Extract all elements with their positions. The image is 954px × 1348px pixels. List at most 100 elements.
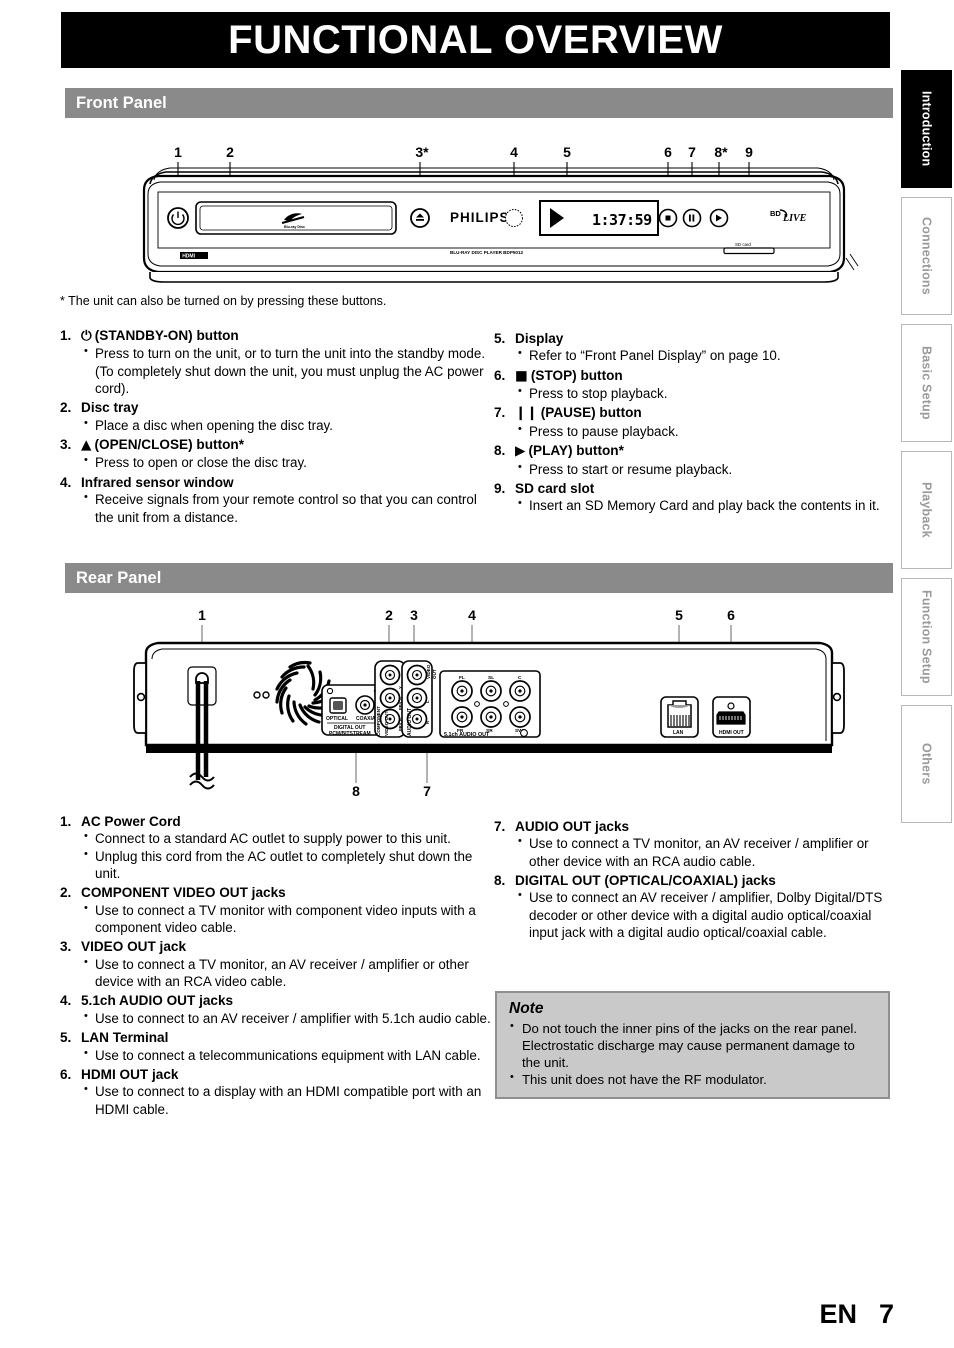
item-bullets: Receive signals from your remote control… [60, 490, 492, 526]
bullet: Insert an SD Memory Card and play back t… [494, 496, 894, 514]
section-tab-strip: Introduction Connections Basic Setup Pla… [901, 70, 954, 832]
item-number: 1. [60, 814, 72, 829]
callout-1: 1 [198, 607, 206, 623]
item-number: 6. [60, 1066, 72, 1082]
item-title-text: (STOP) button [530, 367, 623, 383]
list-item: 6. ■(STOP) button Press to stop playback… [494, 367, 894, 403]
item-bullets: Use to connect a TV monitor with compone… [60, 901, 492, 937]
callout-7: 7 [423, 783, 431, 799]
item-bullets: Press to start or resume playback. [494, 460, 894, 478]
item-title-text: (PAUSE) button [540, 405, 642, 421]
note-bullet: Do not touch the inner pins of the jacks… [509, 1019, 876, 1071]
sidebar-tab-others[interactable]: Others [901, 705, 952, 823]
callout-4: 4 [510, 144, 518, 160]
list-item: 5. Display Refer to “Front Panel Display… [494, 330, 894, 365]
page-footer: EN 7 [819, 1299, 894, 1330]
sidebar-tab-introduction[interactable]: Introduction [901, 70, 952, 188]
list-item: 1. ⏻(STANDBY-ON) button Press to turn on… [60, 327, 492, 397]
list-item: 2. Disc tray Place a disc when opening t… [60, 399, 492, 434]
note-box: Note Do not touch the inner pins of the … [495, 991, 890, 1100]
item-bullets: Use to connect an AV receiver / amplifie… [494, 888, 894, 941]
bullet: Use to connect a telecommunications equi… [60, 1045, 492, 1064]
front-panel-footnote: * The unit can also be turned on by pres… [60, 294, 387, 308]
item-heading: 9. SD card slot [494, 480, 894, 497]
sidebar-tab-playback[interactable]: Playback [901, 451, 952, 569]
bullet: Receive signals from your remote control… [60, 490, 492, 526]
callout-5: 5 [675, 607, 683, 623]
svg-text:HDMI: HDMI [182, 254, 195, 260]
item-heading: 1. ⏻ (STANDBY-ON) button [60, 327, 492, 345]
item-title-text: HDMI OUT jack [81, 1066, 179, 1082]
list-item: 1. AC Power Cord Connect to a standard A… [60, 813, 492, 882]
item-title-text: Infrared sensor window [81, 474, 234, 490]
sidebar-tab-label: Connections [919, 217, 934, 295]
item-heading: 1. AC Power Cord [60, 813, 492, 830]
item-title-text: LAN Terminal [81, 1030, 169, 1046]
item-heading: 7. AUDIO OUT jacks [494, 818, 894, 835]
svg-text:L: L [425, 700, 430, 703]
svg-text:AUDIO OUT: AUDIO OUT [407, 708, 413, 736]
callout-3: 3* [415, 144, 429, 160]
item-heading: 4. Infrared sensor window [60, 474, 492, 491]
item-bullets: Use to connect to a display with an HDMI… [60, 1082, 492, 1118]
callout-7: 7 [688, 144, 696, 160]
section-title: Rear Panel [76, 568, 162, 587]
page-title: FUNCTIONAL OVERVIEW [228, 18, 723, 62]
sidebar-tab-connections[interactable]: Connections [901, 197, 952, 315]
item-title-text: AC Power Cord [81, 814, 181, 829]
list-item: 7. ❙❙(PAUSE) button Press to pause playb… [494, 404, 894, 440]
bullet: Use to connect an AV receiver / amplifie… [494, 888, 894, 941]
item-heading: 3. ▲ (OPEN/CLOSE) button* [60, 436, 492, 454]
svg-text:5.1ch AUDIO OUT: 5.1ch AUDIO OUT [444, 732, 490, 738]
svg-text:COMPONENT: COMPONENT [376, 706, 381, 736]
callout-9: 9 [745, 144, 753, 160]
svg-text:OPTICAL: OPTICAL [326, 716, 348, 722]
svg-text:PHILIPS: PHILIPS [450, 210, 510, 225]
sidebar-tab-basic-setup[interactable]: Basic Setup [901, 324, 952, 442]
callout-6: 6 [727, 607, 735, 623]
front-panel-diagram: Blu-ray Disc HDMI PHILIPS BLU-RAY DISC P… [130, 140, 860, 290]
callout-2: 2 [226, 144, 234, 160]
callout-2: 2 [385, 607, 393, 623]
list-item: 9. SD card slot Insert an SD Memory Card… [494, 480, 894, 515]
item-heading: 4. 5.1ch AUDIO OUT jacks [60, 992, 492, 1009]
item-title-text: SD card slot [515, 480, 595, 496]
note-bullet: This unit does not have the RF modulator… [509, 1070, 876, 1088]
bullet: Press to turn on the unit, or to turn th… [60, 344, 492, 397]
callout-8: 8* [714, 144, 728, 160]
item-bullets: Use to connect a TV monitor, an AV recei… [60, 955, 492, 991]
bullet: Connect to a standard AC outlet to suppl… [60, 829, 492, 847]
item-heading: 8. DIGITAL OUT (OPTICAL/COAXIAL) jacks [494, 872, 894, 889]
list-item: 5. LAN Terminal Use to connect a telecom… [60, 1029, 492, 1064]
bullet: Refer to “Front Panel Display” on page 1… [494, 346, 894, 364]
bullet: Press to pause playback. [494, 422, 894, 440]
sidebar-tab-function-setup[interactable]: Function Setup [901, 578, 952, 696]
item-title: ❙❙ (PAUSE) button [515, 404, 894, 422]
item-bullets: Press to open or close the disc tray. [60, 453, 492, 471]
manual-page: FUNCTIONAL OVERVIEW Introduction Connect… [0, 0, 954, 1348]
item-heading: 3. VIDEO OUT jack [60, 938, 492, 955]
item-title-text: VIDEO OUT jack [81, 939, 187, 955]
item-number: 4. [60, 474, 72, 490]
list-item: 3. ▲(OPEN/CLOSE) button* Press to open o… [60, 436, 492, 472]
eject-icon: ▲ [81, 437, 92, 454]
item-number: 5. [494, 331, 506, 346]
svg-text:VIDEO: VIDEO [426, 664, 431, 679]
item-heading: 5. Display [494, 330, 894, 347]
bullet: Press to start or resume playback. [494, 460, 894, 478]
bullet: Press to stop playback. [494, 384, 894, 402]
sidebar-tab-label: Introduction [919, 91, 934, 167]
item-bullets: Press to turn on the unit, or to turn th… [60, 344, 492, 397]
svg-text:Blu-ray Disc: Blu-ray Disc [284, 225, 305, 229]
item-bullets: Use to connect to an AV receiver / ampli… [60, 1009, 492, 1027]
item-number: 4. [60, 993, 72, 1009]
callout-1: 1 [174, 144, 182, 160]
item-number: 9. [494, 480, 506, 496]
item-number: 1. [60, 328, 72, 343]
item-number: 3. [60, 939, 72, 955]
bullet: Place a disc when opening the disc tray. [60, 416, 492, 434]
sidebar-tab-label: Basic Setup [919, 346, 934, 420]
note-title: Note [509, 1000, 544, 1017]
svg-text:LAN: LAN [673, 730, 684, 736]
note-bullets: Do not touch the inner pins of the jacks… [509, 1019, 876, 1088]
